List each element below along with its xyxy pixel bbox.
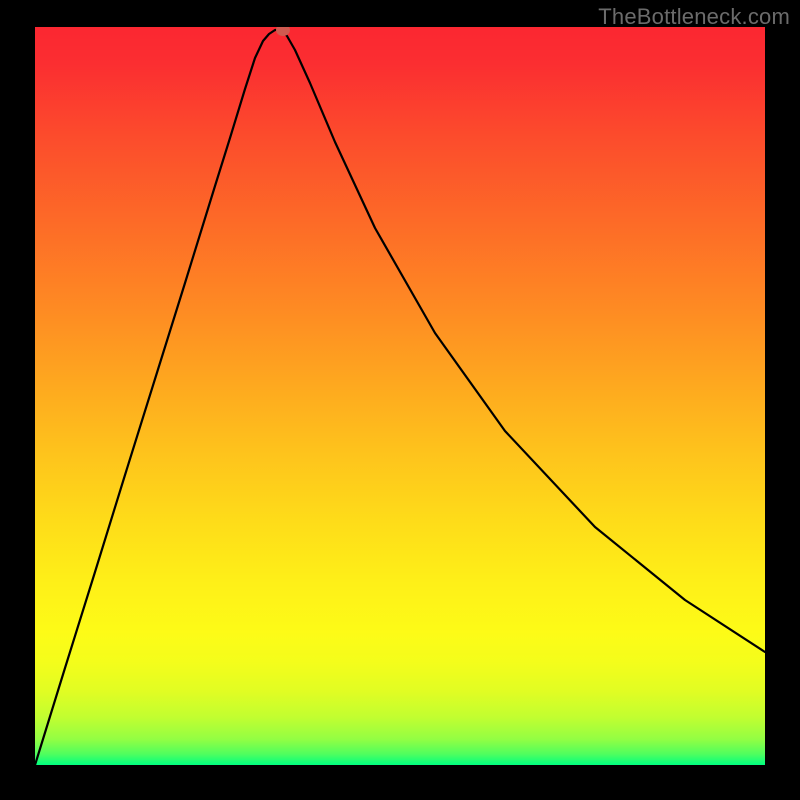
chart-frame: TheBottleneck.com [0,0,800,800]
plot-area [35,27,765,765]
bottleneck-curve [35,27,765,765]
watermark-text: TheBottleneck.com [598,4,790,30]
